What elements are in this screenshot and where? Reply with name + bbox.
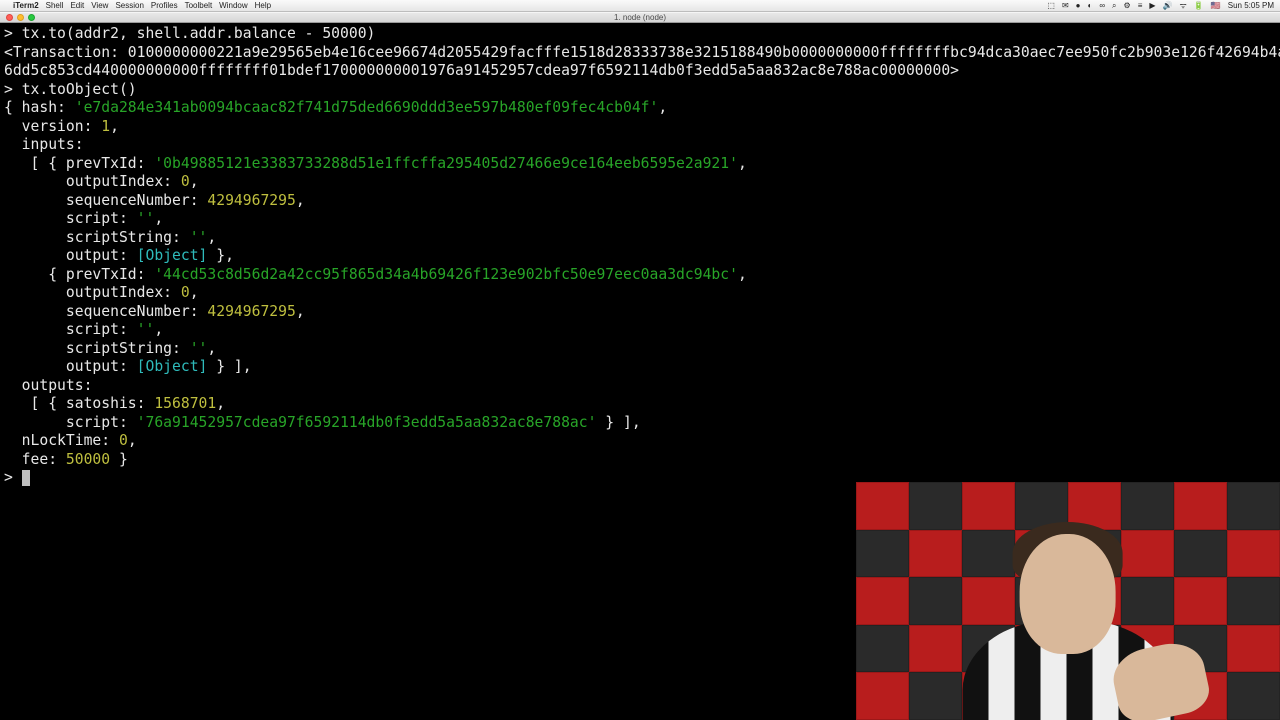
wifi-icon[interactable]: ᯤ xyxy=(1180,0,1187,11)
obj-line: nLockTime: 0, xyxy=(4,432,137,449)
status-icon[interactable]: ≡ xyxy=(1138,1,1143,10)
menu-shell[interactable]: Shell xyxy=(46,1,64,10)
obj-line: scriptString: '', xyxy=(4,340,216,357)
obj-line: script: '', xyxy=(4,321,163,338)
menu-edit[interactable]: Edit xyxy=(70,1,84,10)
obj-line: outputIndex: 0, xyxy=(4,284,199,301)
cmd-line: tx.to(addr2, shell.addr.balance - 50000) xyxy=(22,25,376,42)
flag-icon[interactable]: 🇺🇸 xyxy=(1211,1,1221,10)
menu-view[interactable]: View xyxy=(91,1,108,10)
zoom-window-button[interactable] xyxy=(28,14,35,21)
status-icon[interactable]: ⌕ xyxy=(1112,1,1116,11)
menubar-app-name[interactable]: iTerm2 xyxy=(13,1,39,10)
obj-line: [ { satoshis: 1568701, xyxy=(4,395,225,412)
status-icon[interactable]: ✉ xyxy=(1062,1,1069,10)
obj-line: { prevTxId: '44cd53c8d56d2a42cc95f865d34… xyxy=(4,266,747,283)
menubar-clock[interactable]: Sun 5:05 PM xyxy=(1228,1,1274,10)
cmd-line: tx.toObject() xyxy=(22,81,137,98)
obj-line: version: 1, xyxy=(4,118,119,135)
menubar-right: ⬚ ✉ ● ◐ ∞ ⌕ ⚙ ≡ ▶ 🔊 ᯤ 🔋 🇺🇸 Sun 5:05 PM xyxy=(1047,0,1274,11)
status-icon[interactable]: ◐ xyxy=(1088,1,1093,10)
status-icon[interactable]: ⚙ xyxy=(1124,1,1131,10)
obj-line: outputIndex: 0, xyxy=(4,173,199,190)
tx-raw-line: 6dd5c853cd440000000000ffffffff01bdef1700… xyxy=(4,62,959,79)
status-icon[interactable]: ● xyxy=(1076,1,1081,10)
obj-line: script: '76a91452957cdea97f6592114db0f3e… xyxy=(4,414,641,431)
obj-line: { hash: 'e7da284e341ab0094bcaac82f741d75… xyxy=(4,99,667,116)
webcam-overlay xyxy=(856,482,1280,720)
obj-line: sequenceNumber: 4294967295, xyxy=(4,192,305,209)
menu-window[interactable]: Window xyxy=(219,1,247,10)
obj-line: inputs: xyxy=(4,136,84,153)
obj-line: script: '', xyxy=(4,210,163,227)
menu-help[interactable]: Help xyxy=(255,1,271,10)
obj-line: sequenceNumber: 4294967295, xyxy=(4,303,305,320)
obj-line: scriptString: '', xyxy=(4,229,216,246)
status-icon[interactable]: ⬚ xyxy=(1047,1,1055,10)
macos-menubar: iTerm2 Shell Edit View Session Profiles … xyxy=(0,0,1280,12)
window-titlebar: 1. node (node) xyxy=(0,12,1280,23)
menubar-left: iTerm2 Shell Edit View Session Profiles … xyxy=(6,1,271,10)
volume-icon[interactable]: 🔊 xyxy=(1163,1,1173,10)
window-controls xyxy=(6,14,35,21)
obj-line: output: [Object] } ], xyxy=(4,358,252,375)
obj-line: fee: 50000 } xyxy=(4,451,128,468)
menu-toolbelt[interactable]: Toolbelt xyxy=(185,1,213,10)
menu-session[interactable]: Session xyxy=(115,1,143,10)
obj-line: output: [Object] }, xyxy=(4,247,234,264)
window-title: 1. node (node) xyxy=(614,13,666,22)
status-icon[interactable]: ▶ xyxy=(1149,1,1155,10)
close-window-button[interactable] xyxy=(6,14,13,21)
terminal-cursor xyxy=(22,470,30,486)
tx-raw-line: <Transaction: 0100000000221a9e29565eb4e1… xyxy=(4,44,1280,61)
battery-icon[interactable]: 🔋 xyxy=(1194,1,1204,10)
webcam-person xyxy=(920,518,1217,720)
menu-profiles[interactable]: Profiles xyxy=(151,1,178,10)
minimize-window-button[interactable] xyxy=(17,14,24,21)
status-icon[interactable]: ∞ xyxy=(1099,1,1105,10)
obj-line: [ { prevTxId: '0b49885121e3383733288d51e… xyxy=(4,155,747,172)
obj-line: outputs: xyxy=(4,377,92,394)
